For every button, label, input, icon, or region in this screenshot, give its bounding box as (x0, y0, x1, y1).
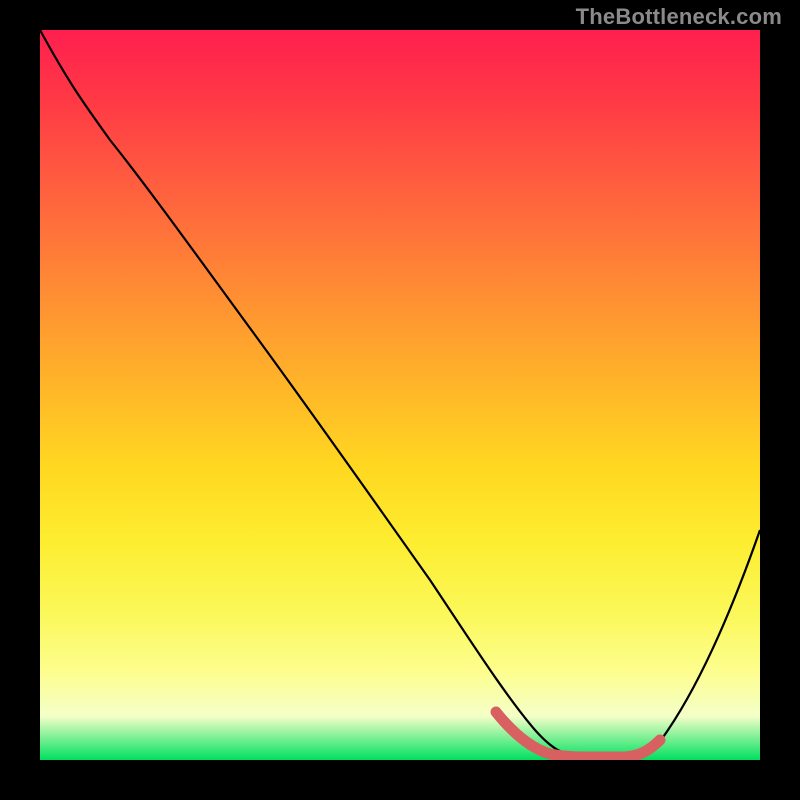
main-curve (40, 30, 760, 757)
curve-layer (40, 30, 760, 760)
chart-frame: TheBottleneck.com (0, 0, 800, 800)
watermark-label: TheBottleneck.com (576, 4, 782, 30)
marker-segment (496, 712, 660, 757)
plot-area (40, 30, 760, 760)
